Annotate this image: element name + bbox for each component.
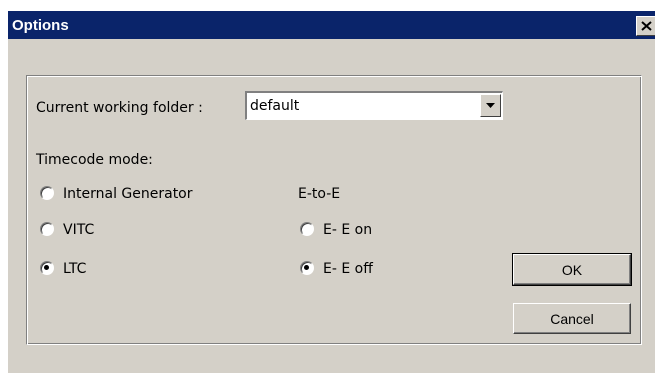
options-dialog: Options Current working folder : default… [8,11,655,373]
ok-button[interactable]: OK [512,253,632,286]
e-to-e-label: E-to-E [298,186,341,202]
cancel-button[interactable]: Cancel [513,303,631,334]
current-folder-label: Current working folder : [36,100,203,116]
radio-ltc[interactable] [40,261,54,275]
radio-vitc-label[interactable]: VITC [63,222,94,238]
dialog-title: Options [12,16,69,34]
radio-vitc[interactable] [40,222,54,236]
dropdown-button[interactable] [480,94,501,117]
radio-ee-off[interactable] [300,261,314,275]
radio-ee-on[interactable] [300,222,314,236]
current-folder-value: default [250,98,300,114]
chevron-down-icon [486,103,495,108]
radio-ltc-label[interactable]: LTC [63,261,86,277]
radio-ee-on-label[interactable]: E- E on [323,222,372,238]
close-button[interactable] [636,16,655,36]
radio-internal-generator-label[interactable]: Internal Generator [63,186,193,202]
radio-internal-generator[interactable] [40,186,54,200]
title-bar[interactable]: Options [8,11,655,39]
close-icon [641,21,652,31]
radio-ee-off-label[interactable]: E- E off [323,261,373,277]
current-folder-select[interactable]: default [245,91,503,120]
timecode-mode-label: Timecode mode: [36,152,153,168]
